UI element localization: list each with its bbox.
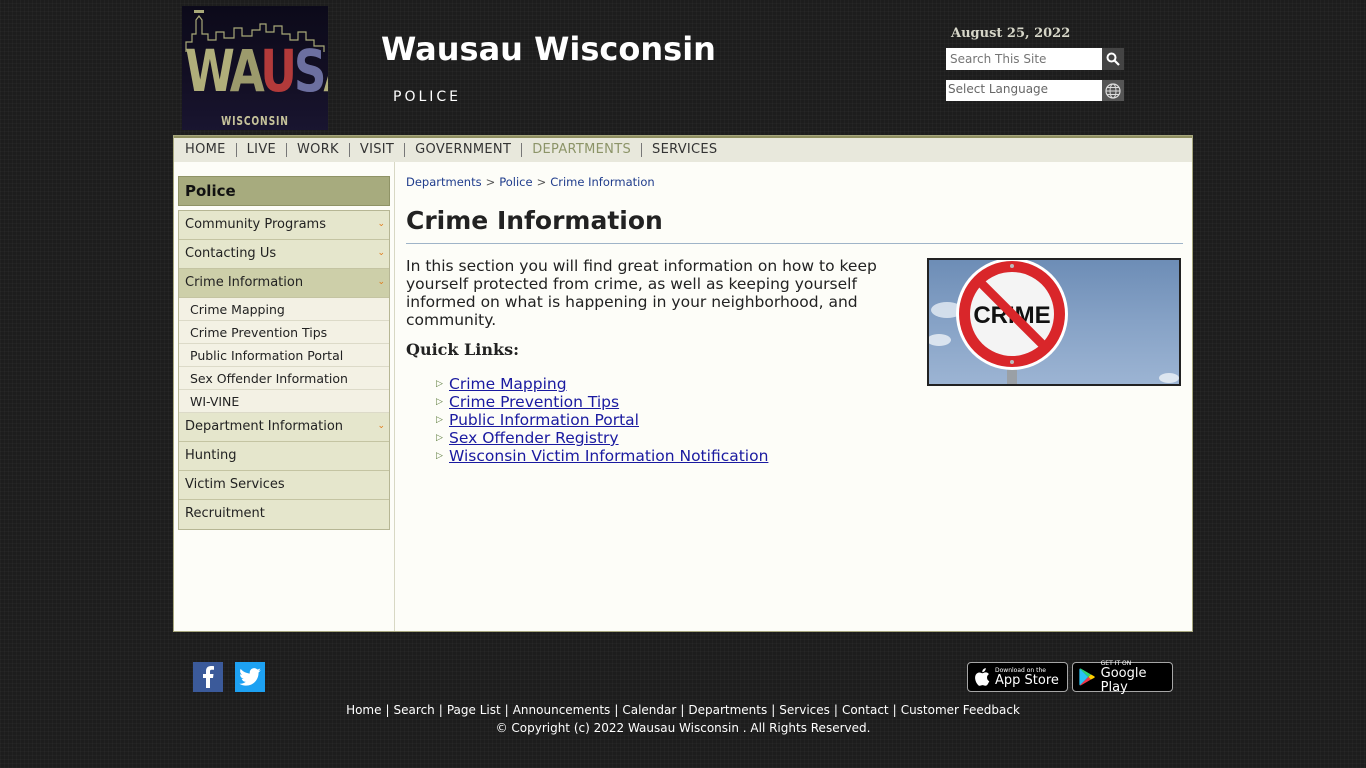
- link-crime-prevention-tips[interactable]: Crime Prevention Tips: [449, 393, 619, 411]
- arrow-bullet-icon: ▷: [436, 451, 443, 461]
- link-public-information-portal[interactable]: Public Information Portal: [449, 411, 639, 429]
- site-subtitle: POLICE: [393, 89, 462, 105]
- breadcrumb: Departments > Police > Crime Information: [406, 175, 655, 189]
- link-sex-offender-registry[interactable]: Sex Offender Registry: [449, 429, 619, 447]
- list-item: ▷ Crime Prevention Tips: [436, 393, 768, 411]
- breadcrumb-separator: >: [485, 175, 496, 189]
- breadcrumb-police[interactable]: Police: [499, 175, 532, 189]
- google-play-label: Google Play: [1100, 665, 1147, 695]
- top-navigation: HOME LIVE WORK VISIT GOVERNMENT DEPARTME…: [174, 136, 1192, 162]
- no-crime-sign-image: CRIME: [927, 258, 1181, 386]
- sidebar-heading[interactable]: Police: [178, 176, 390, 206]
- sidebar-item-victim-services[interactable]: Victim Services: [179, 471, 389, 500]
- link-crime-mapping[interactable]: Crime Mapping: [449, 375, 567, 393]
- chevron-down-icon: ⌄: [377, 277, 385, 287]
- chevron-down-icon: ⌄: [377, 248, 385, 258]
- footer-links: Home | Search | Page List | Announcements | Cale…: [346, 703, 1020, 717]
- app-store-label: App Store: [995, 672, 1059, 688]
- sidebar-subitem-wi-vine[interactable]: WI-VINE: [179, 390, 389, 413]
- sidebar-item-community-programs[interactable]: Community Programs ⌄: [179, 211, 389, 240]
- apple-icon: [975, 668, 990, 686]
- footer-link-calendar[interactable]: Calendar: [622, 703, 676, 717]
- footer-link-departments[interactable]: Departments: [688, 703, 767, 717]
- nav-services[interactable]: SERVICES: [642, 143, 727, 157]
- page-title: Crime Information: [406, 206, 663, 235]
- chevron-down-icon: ⌄: [377, 219, 385, 229]
- logo-subtitle: WISCONSIN: [221, 114, 289, 128]
- quick-links-list: ▷ Crime Mapping ▷ Crime Prevention Tips ▷ P…: [436, 375, 768, 465]
- arrow-bullet-icon: ▷: [436, 415, 443, 425]
- sidebar-subitem-public-information-portal[interactable]: Public Information Portal: [179, 344, 389, 367]
- copyright-text: © Copyright (c) 2022 Wausau Wisconsin . …: [495, 721, 871, 735]
- intro-text: In this section you will find great info…: [406, 257, 877, 329]
- footer-link-customer-feedback[interactable]: Customer Feedback: [901, 703, 1020, 717]
- current-date: August 25, 2022: [951, 26, 1071, 41]
- sidebar-item-label: Department Information: [185, 419, 344, 434]
- footer-link-announcements[interactable]: Announcements: [513, 703, 611, 717]
- google-play-icon: [1079, 668, 1095, 686]
- quick-links-heading: Quick Links:: [406, 340, 520, 359]
- link-wisconsin-victim-information-notification[interactable]: Wisconsin Victim Information Notificatio…: [449, 447, 768, 465]
- sidebar-menu: Community Programs ⌄ Contacting Us ⌄ Cri…: [178, 210, 390, 530]
- sidebar-subitem-crime-prevention-tips[interactable]: Crime Prevention Tips: [179, 321, 389, 344]
- language-select[interactable]: Select Language: [946, 80, 1102, 101]
- sidebar-item-label: Recruitment: [185, 506, 265, 521]
- facebook-button[interactable]: [193, 662, 223, 692]
- footer-link-services[interactable]: Services: [779, 703, 830, 717]
- no-crime-sign-icon: CRIME: [929, 260, 1179, 384]
- arrow-bullet-icon: ▷: [436, 379, 443, 389]
- nav-home[interactable]: HOME: [175, 143, 237, 157]
- sidebar-item-hunting[interactable]: Hunting: [179, 442, 389, 471]
- nav-departments[interactable]: DEPARTMENTS: [522, 143, 643, 157]
- sidebar: Police Community Programs ⌄ Contacting U…: [174, 162, 395, 631]
- arrow-bullet-icon: ▷: [436, 397, 443, 407]
- sidebar-item-label: Hunting: [185, 448, 237, 463]
- list-item: ▷ Sex Offender Registry: [436, 429, 768, 447]
- breadcrumb-crime-information[interactable]: Crime Information: [550, 175, 654, 189]
- sidebar-item-label: Crime Information: [185, 275, 304, 290]
- wausau-logo[interactable]: WAUSAU WISCONSIN: [182, 6, 328, 130]
- search-icon: [1106, 52, 1120, 66]
- list-item: ▷ Wisconsin Victim Information Notificati…: [436, 447, 768, 465]
- sidebar-item-contacting-us[interactable]: Contacting Us ⌄: [179, 240, 389, 269]
- breadcrumb-separator: >: [536, 175, 547, 189]
- breadcrumb-departments[interactable]: Departments: [406, 175, 482, 189]
- chevron-down-icon: ⌄: [377, 421, 385, 431]
- app-store-badge[interactable]: Download on the App Store: [967, 662, 1068, 692]
- nav-live[interactable]: LIVE: [237, 143, 288, 157]
- nav-visit[interactable]: VISIT: [350, 143, 406, 157]
- nav-government[interactable]: GOVERNMENT: [405, 143, 523, 157]
- title-divider: [406, 243, 1183, 244]
- sidebar-item-department-information[interactable]: Department Information ⌄: [179, 413, 389, 442]
- footer-link-page-list[interactable]: Page List: [447, 703, 501, 717]
- sidebar-item-label: Contacting Us: [185, 246, 277, 261]
- sidebar-item-recruitment[interactable]: Recruitment: [179, 500, 389, 529]
- arrow-bullet-icon: ▷: [436, 433, 443, 443]
- twitter-icon: [239, 668, 261, 686]
- search-button[interactable]: [1102, 48, 1124, 70]
- search-input[interactable]: [946, 48, 1102, 70]
- footer-link-contact[interactable]: Contact: [842, 703, 889, 717]
- sidebar-subitem-sex-offender-information[interactable]: Sex Offender Information: [179, 367, 389, 390]
- footer-link-search[interactable]: Search: [394, 703, 435, 717]
- list-item: ▷ Public Information Portal: [436, 411, 768, 429]
- globe-icon: [1105, 82, 1121, 99]
- logo-wordmark: WAUSAU: [185, 37, 328, 105]
- footer-link-home[interactable]: Home: [346, 703, 381, 717]
- facebook-icon: [203, 666, 214, 688]
- sidebar-item-label: Victim Services: [185, 477, 285, 492]
- list-item: ▷ Crime Mapping: [436, 375, 768, 393]
- sidebar-subitem-crime-mapping[interactable]: Crime Mapping: [179, 298, 389, 321]
- sidebar-item-crime-information[interactable]: Crime Information ⌄: [179, 269, 389, 298]
- main-panel: HOME LIVE WORK VISIT GOVERNMENT DEPARTME…: [173, 135, 1193, 632]
- sidebar-item-label: Community Programs: [185, 217, 326, 232]
- language-button[interactable]: [1102, 80, 1124, 101]
- site-title[interactable]: Wausau Wisconsin: [381, 30, 716, 68]
- nav-work[interactable]: WORK: [287, 143, 350, 157]
- google-play-badge[interactable]: GET IT ON Google Play: [1072, 660, 1173, 695]
- twitter-button[interactable]: [235, 662, 265, 692]
